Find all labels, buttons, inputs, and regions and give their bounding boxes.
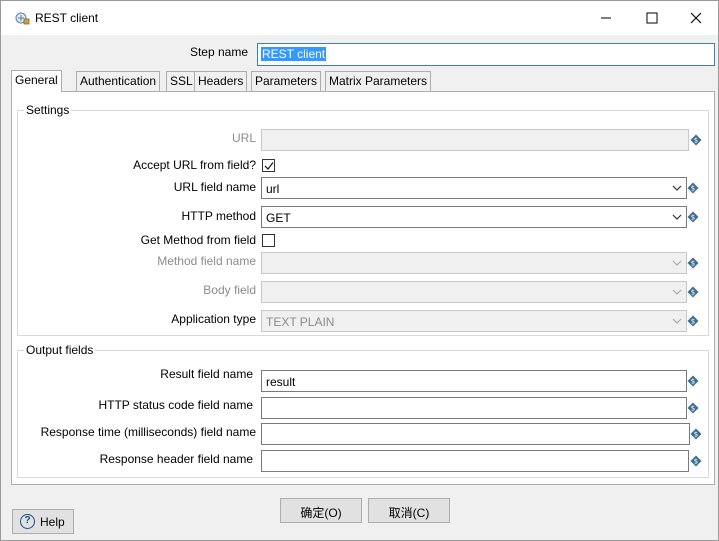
tab-matrix-parameters[interactable]: Matrix Parameters xyxy=(325,71,432,91)
variable-icon[interactable]: $ xyxy=(687,257,699,269)
svg-text:$: $ xyxy=(691,405,695,413)
method-field-name-label: Method field name xyxy=(157,254,256,268)
variable-icon[interactable]: $ xyxy=(687,402,699,414)
application-type-combo[interactable]: TEXT PLAIN xyxy=(261,310,687,332)
result-field-label: Result field name xyxy=(160,367,253,381)
url-field-name-label: URL field name xyxy=(173,180,256,194)
close-button[interactable] xyxy=(673,1,719,35)
response-time-field-input[interactable] xyxy=(261,423,690,445)
step-name-row: Step name REST client xyxy=(1,43,718,67)
url-field-name-combo[interactable]: url xyxy=(261,177,687,199)
tab-general[interactable]: General xyxy=(11,70,62,92)
svg-text:$: $ xyxy=(694,137,698,145)
variable-icon[interactable]: $ xyxy=(687,315,699,327)
svg-text:$: $ xyxy=(691,318,695,326)
general-panel: Settings URL $ Accept URL from field? UR… xyxy=(11,91,715,485)
chevron-down-icon xyxy=(672,185,682,191)
method-field-name-combo[interactable] xyxy=(261,252,687,274)
status-code-field-label: HTTP status code field name xyxy=(98,398,253,412)
svg-text:$: $ xyxy=(691,378,695,386)
svg-text:$: $ xyxy=(691,214,695,222)
chevron-down-icon xyxy=(672,260,682,266)
maximize-button[interactable] xyxy=(629,1,675,35)
svg-text:$: $ xyxy=(694,458,698,466)
result-field-input[interactable]: result xyxy=(261,370,687,392)
help-button[interactable]: ? Help xyxy=(12,509,74,534)
body-field-combo[interactable] xyxy=(261,281,687,303)
step-name-label: Step name xyxy=(189,45,248,59)
variable-icon[interactable]: $ xyxy=(687,211,699,223)
title-bar: REST client xyxy=(1,1,718,35)
svg-text:$: $ xyxy=(691,260,695,268)
variable-icon[interactable]: $ xyxy=(687,286,699,298)
chevron-down-icon xyxy=(672,289,682,295)
get-method-checkbox[interactable] xyxy=(262,234,275,247)
tab-headers[interactable]: Headers xyxy=(194,71,248,91)
output-fields-title: Output fields xyxy=(24,343,96,357)
svg-text:$: $ xyxy=(694,431,698,439)
variable-icon[interactable]: $ xyxy=(690,134,702,146)
application-type-label: Application type xyxy=(171,312,256,326)
variable-icon[interactable]: $ xyxy=(690,455,702,467)
step-name-value: REST client xyxy=(261,47,327,61)
variable-icon[interactable]: $ xyxy=(687,182,699,194)
checkmark-icon xyxy=(264,162,274,170)
variable-icon[interactable]: $ xyxy=(690,428,702,440)
tab-ssl[interactable]: SSL xyxy=(166,71,197,91)
tab-authentication[interactable]: Authentication xyxy=(76,71,161,91)
minimize-icon xyxy=(601,17,611,19)
http-method-combo[interactable]: GET xyxy=(261,206,687,228)
svg-text:$: $ xyxy=(691,289,695,297)
window-title: REST client xyxy=(35,11,99,25)
variable-icon[interactable]: $ xyxy=(687,375,699,387)
step-name-input[interactable]: REST client xyxy=(257,43,715,66)
body-field-label: Body field xyxy=(203,283,256,297)
ok-button[interactable]: 确定(O) xyxy=(280,498,362,523)
accept-url-checkbox[interactable] xyxy=(262,159,275,172)
tab-parameters[interactable]: Parameters xyxy=(251,71,322,91)
url-label: URL xyxy=(231,131,256,145)
chevron-down-icon xyxy=(672,318,682,324)
response-time-field-label: Response time (milliseconds) field name xyxy=(40,425,256,439)
response-header-field-input[interactable] xyxy=(261,450,689,472)
chevron-down-icon xyxy=(672,214,682,220)
maximize-icon xyxy=(646,12,658,24)
http-method-label: HTTP method xyxy=(181,209,256,223)
url-input[interactable] xyxy=(261,129,689,151)
help-icon: ? xyxy=(20,514,35,529)
minimize-button[interactable] xyxy=(583,1,629,35)
close-icon xyxy=(690,12,702,24)
cancel-button[interactable]: 取消(C) xyxy=(368,498,450,523)
rest-client-dialog: REST client Step name REST client Genera… xyxy=(0,0,719,541)
status-code-field-input[interactable] xyxy=(261,397,687,419)
get-method-label: Get Method from field xyxy=(140,233,256,247)
accept-url-label: Accept URL from field? xyxy=(133,158,256,172)
kettle-step-icon xyxy=(15,12,30,25)
svg-text:$: $ xyxy=(691,185,695,193)
settings-title: Settings xyxy=(24,103,72,117)
response-header-field-label: Response header field name xyxy=(99,452,253,466)
